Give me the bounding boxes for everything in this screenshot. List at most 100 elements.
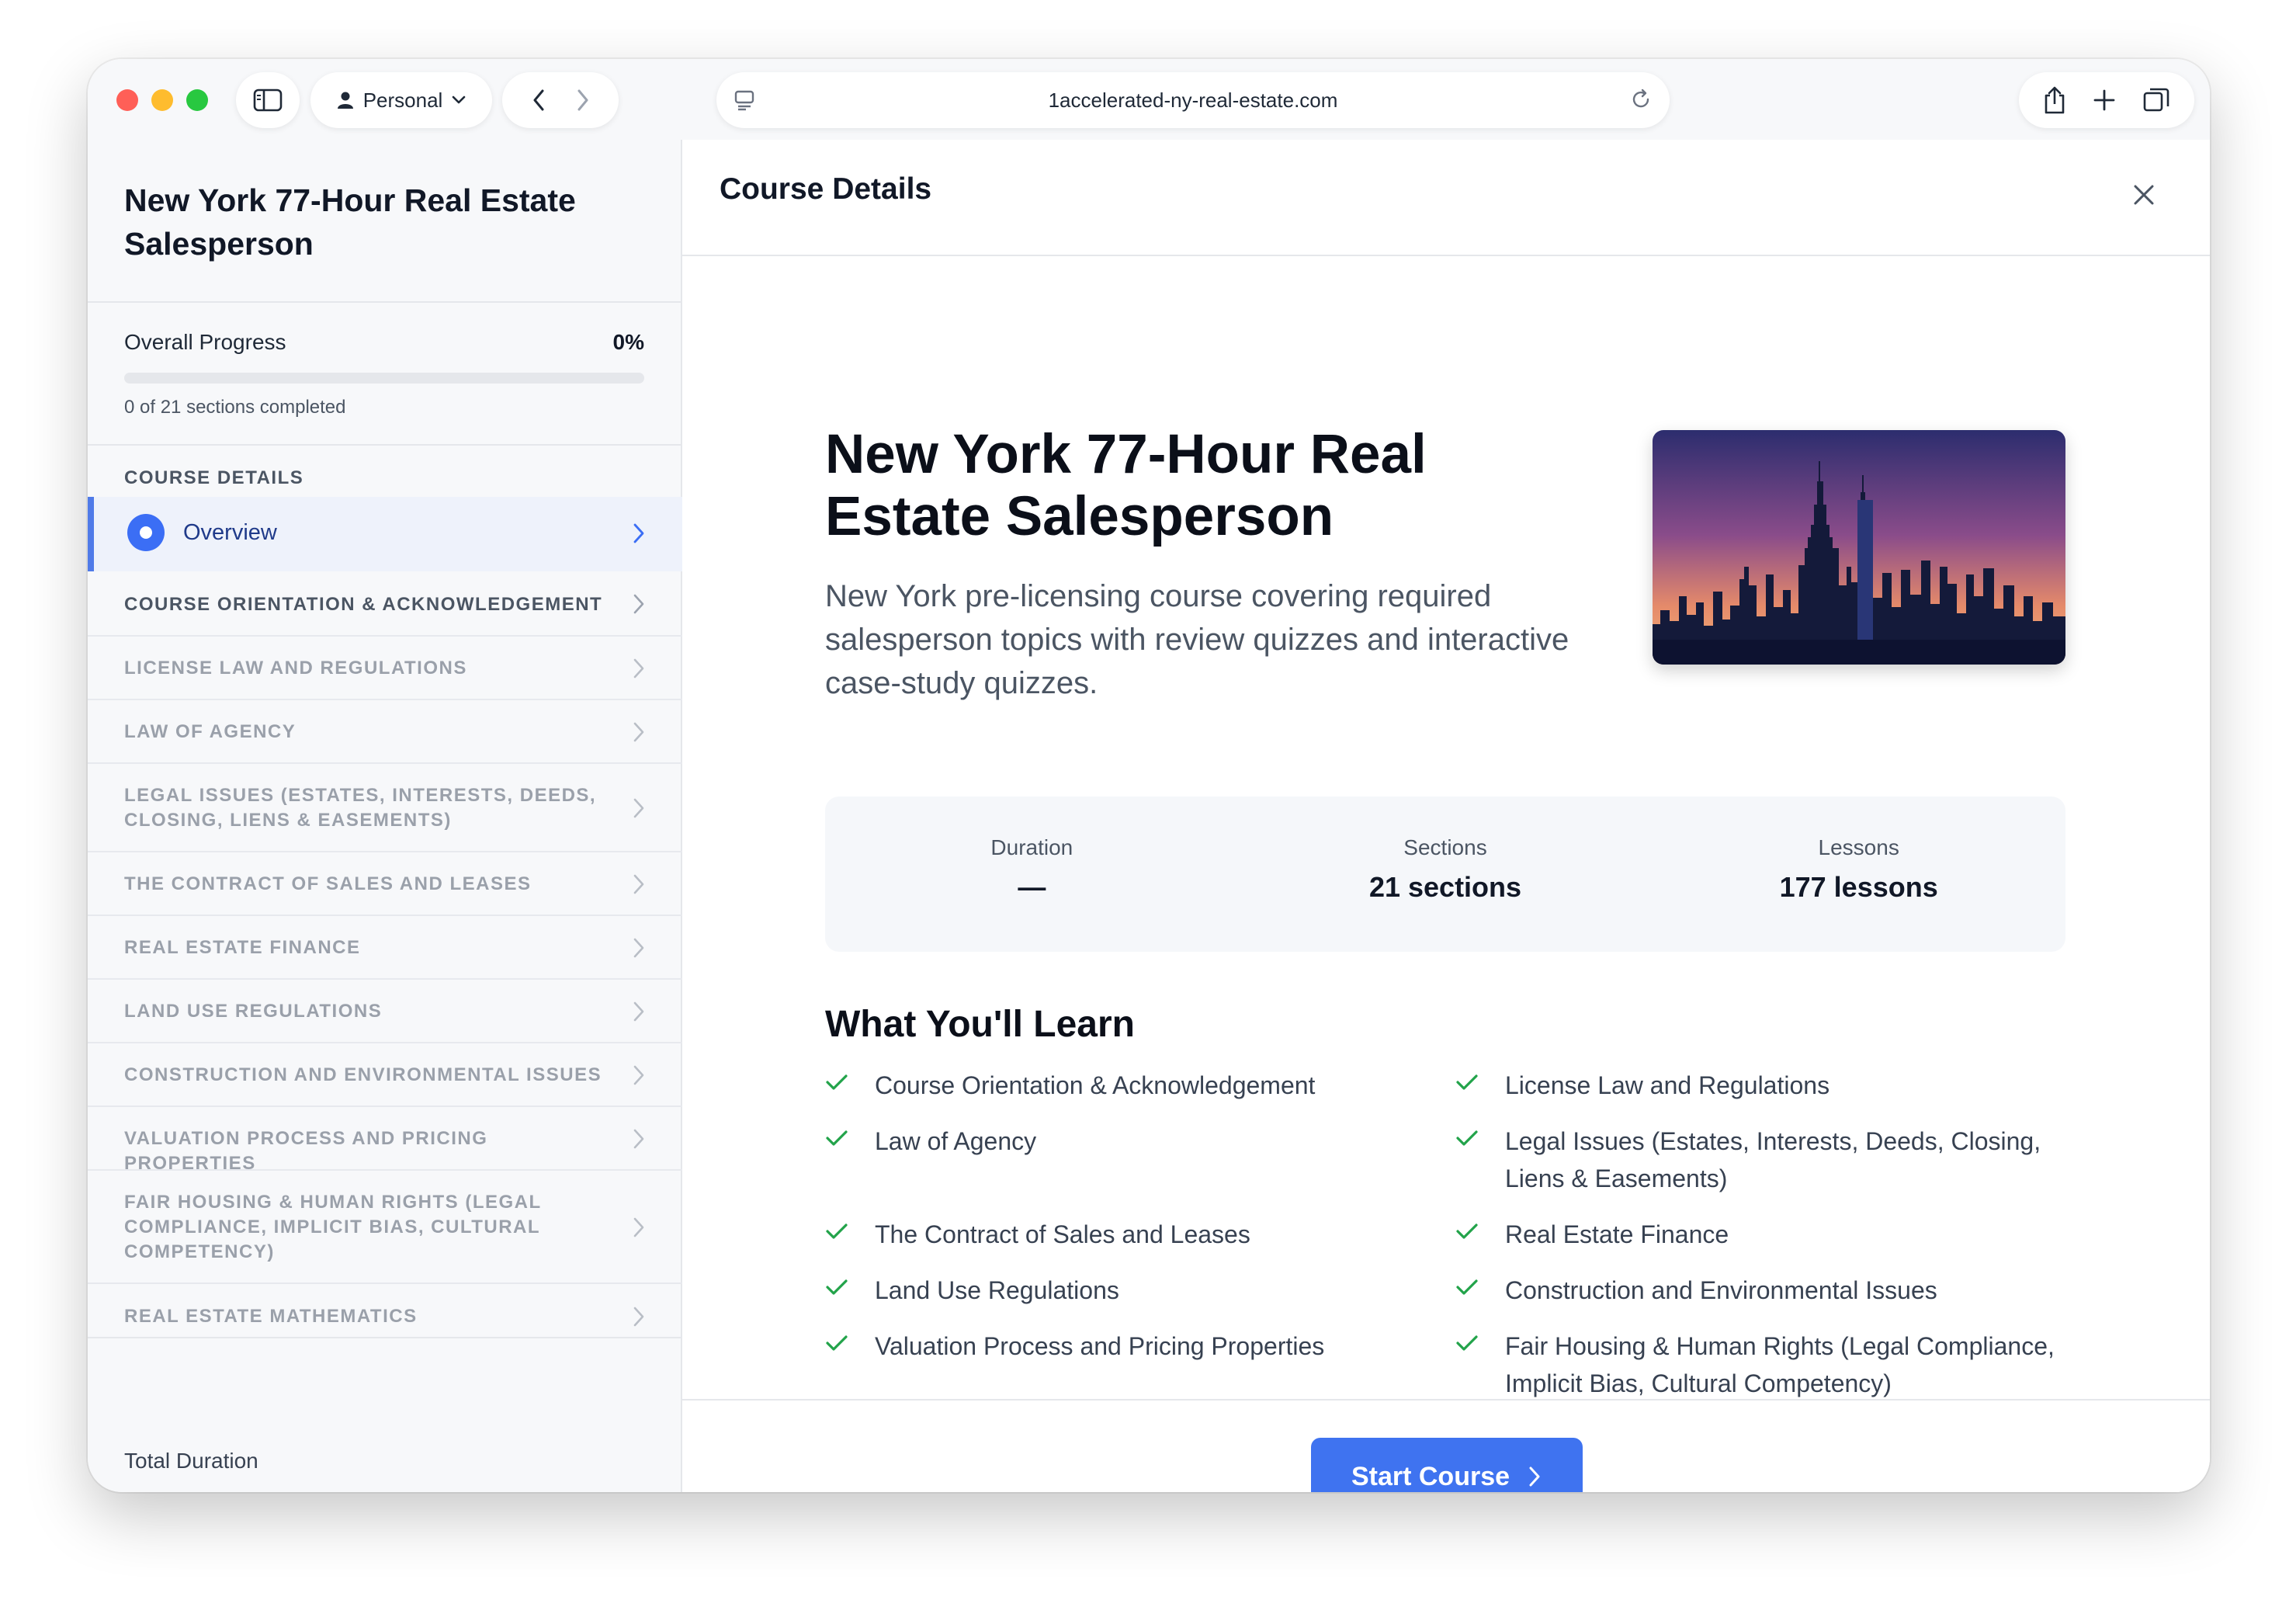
sidebar-item-real-estate-finance[interactable]: REAL ESTATE FINANCE <box>88 916 682 980</box>
learn-item-text: Land Use Regulations <box>875 1276 1119 1304</box>
check-icon <box>1455 1123 1505 1197</box>
check-icon <box>1455 1328 1505 1399</box>
learn-list: Course Orientation & Acknowledgement Lic… <box>825 1064 2098 1399</box>
address-bar[interactable]: 1accelerated-ny-real-estate.com <box>716 72 1670 128</box>
stat-label: Sections <box>1403 835 1487 859</box>
tabs-icon[interactable] <box>2142 86 2170 114</box>
learn-item: License Law and Regulations <box>1455 1067 2079 1104</box>
sidebar-item-label: CONSTRUCTION AND ENVIRONMENTAL ISSUES <box>124 1064 602 1085</box>
course-details-panel: Course Details New York 77-Hour Real Est… <box>682 140 2210 1492</box>
browser-toolbar: Personal 1accelerated-ny-real-estate.com <box>88 59 2210 140</box>
sidebar-item-contract-of-sales[interactable]: THE CONTRACT OF SALES AND LEASES <box>88 852 682 916</box>
course-stats: Duration — Sections 21 sections Lessons … <box>825 797 2065 952</box>
chevron-right-icon <box>631 720 647 744</box>
sidebar-item-label: LAND USE REGULATIONS <box>124 1001 383 1022</box>
sidebar-item-land-use[interactable]: LAND USE REGULATIONS <box>88 980 682 1043</box>
chevron-right-icon <box>631 1305 647 1328</box>
reload-icon[interactable] <box>1629 88 1653 111</box>
learn-item-text: Course Orientation & Acknowledgement <box>875 1071 1316 1099</box>
learn-item-text: Law of Agency <box>875 1127 1037 1155</box>
progress-label: Overall Progress <box>124 330 286 354</box>
learn-item-text: Real Estate Finance <box>1505 1220 1729 1248</box>
progress-subtext: 0 of 21 sections completed <box>124 397 346 418</box>
sidebar-item-label: LEGAL ISSUES (ESTATES, INTERESTS, DEEDS,… <box>124 785 597 831</box>
learn-item: The Contract of Sales and Leases <box>825 1216 1449 1253</box>
sidebar-item-valuation[interactable]: VALUATION PROCESS AND PRICING PROPERTIES <box>88 1107 682 1174</box>
sidebar-item-construction[interactable]: CONSTRUCTION AND ENVIRONMENTAL ISSUES <box>88 1043 682 1107</box>
chevron-right-icon <box>631 592 647 616</box>
sidebar-item-label: LICENSE LAW AND REGULATIONS <box>124 658 467 679</box>
learn-item-text: License Law and Regulations <box>1505 1071 1830 1099</box>
stat-lessons: Lessons 177 lessons <box>1652 797 2065 952</box>
sidebar-item-license-law[interactable]: LICENSE LAW AND REGULATIONS <box>88 637 682 700</box>
chevron-right-icon <box>631 1216 647 1239</box>
check-icon <box>1455 1216 1505 1253</box>
back-icon[interactable] <box>532 89 546 112</box>
history-nav <box>502 72 619 128</box>
panel-title: Course Details <box>720 172 932 206</box>
check-icon <box>825 1216 875 1253</box>
learn-section-title: What You'll Learn <box>825 1004 1135 1045</box>
current-step-icon <box>127 514 165 551</box>
start-course-button[interactable]: Start Course <box>1311 1438 1583 1492</box>
sidebar-item-mathematics[interactable]: REAL ESTATE MATHEMATICS <box>88 1284 682 1338</box>
progress-percent: 0% <box>612 330 644 354</box>
progress-bar <box>124 373 644 384</box>
sidebar-item-orientation[interactable]: COURSE ORIENTATION & ACKNOWLEDGEMENT <box>88 571 682 637</box>
learn-item-text: The Contract of Sales and Leases <box>875 1220 1250 1248</box>
learn-item-text: Legal Issues (Estates, Interests, Deeds,… <box>1505 1127 2041 1192</box>
stat-sections: Sections 21 sections <box>1239 797 1653 952</box>
course-description: New York pre-licensing course covering r… <box>825 579 1569 700</box>
chevron-right-icon <box>631 1127 647 1151</box>
page-icon <box>734 89 755 111</box>
total-duration-label: Total Duration <box>124 1449 258 1473</box>
learn-item: Fair Housing & Human Rights (Legal Compl… <box>1455 1328 2079 1399</box>
sidebar-item-label: REAL ESTATE FINANCE <box>124 937 361 958</box>
forward-icon[interactable] <box>576 89 590 112</box>
learn-item-text: Fair Housing & Human Rights (Legal Compl… <box>1505 1332 2055 1397</box>
sidebar-item-label: Overview <box>183 520 277 545</box>
zoom-window-button[interactable] <box>186 89 208 111</box>
course-hero-image <box>1653 430 2065 665</box>
section-header: COURSE DETAILS <box>124 467 304 488</box>
sidebar-item-label: LAW OF AGENCY <box>124 721 297 742</box>
sidebar-item-overview[interactable]: Overview <box>88 497 682 571</box>
sidebar-course-title: New York 77-Hour Real Estate Salesperson <box>124 182 576 262</box>
learn-item: Land Use Regulations <box>825 1272 1449 1309</box>
chevron-right-icon <box>631 873 647 896</box>
stat-label: Lessons <box>1818 835 1899 859</box>
check-icon <box>825 1272 875 1309</box>
stat-label: Duration <box>990 835 1073 859</box>
person-icon <box>337 91 354 109</box>
close-icon[interactable] <box>2132 183 2156 207</box>
plus-icon[interactable] <box>2093 89 2116 112</box>
course-title: New York 77-Hour Real Estate Salesperson <box>825 424 1427 547</box>
profile-menu-button[interactable]: Personal <box>310 72 492 128</box>
close-window-button[interactable] <box>116 89 138 111</box>
learn-item: Course Orientation & Acknowledgement <box>825 1067 1449 1104</box>
share-icon[interactable] <box>2043 85 2066 115</box>
sidebar-item-label: COURSE ORIENTATION & ACKNOWLEDGEMENT <box>124 594 603 615</box>
check-icon <box>1455 1272 1505 1309</box>
panel-footer: Start Course <box>682 1399 2210 1492</box>
learn-item: Real Estate Finance <box>1455 1216 2079 1253</box>
learn-item: Legal Issues (Estates, Interests, Deeds,… <box>1455 1123 2079 1197</box>
browser-window: Personal 1accelerated-ny-real-estate.com <box>88 59 2210 1492</box>
sidebar-item-fair-housing[interactable]: FAIR HOUSING & HUMAN RIGHTS (LEGAL COMPL… <box>88 1171 682 1284</box>
chevron-right-icon <box>631 1000 647 1023</box>
check-icon <box>825 1123 875 1160</box>
sidebar-item-law-of-agency[interactable]: LAW OF AGENCY <box>88 700 682 764</box>
divider <box>88 444 681 446</box>
minimize-window-button[interactable] <box>151 89 173 111</box>
sidebar-item-legal-issues[interactable]: LEGAL ISSUES (ESTATES, INTERESTS, DEEDS,… <box>88 764 682 852</box>
sidebar-item-label: REAL ESTATE MATHEMATICS <box>124 1306 418 1327</box>
check-icon <box>1455 1067 1505 1104</box>
toolbar-actions <box>2019 72 2194 128</box>
chevron-right-icon <box>631 797 647 820</box>
chevron-right-icon <box>631 1064 647 1087</box>
stat-value: 21 sections <box>1368 871 1522 903</box>
divider <box>88 301 681 303</box>
panel-header: Course Details <box>682 140 2210 256</box>
sidebar-toggle-button[interactable] <box>236 72 300 128</box>
sidebar-toggle-icon <box>253 89 283 112</box>
